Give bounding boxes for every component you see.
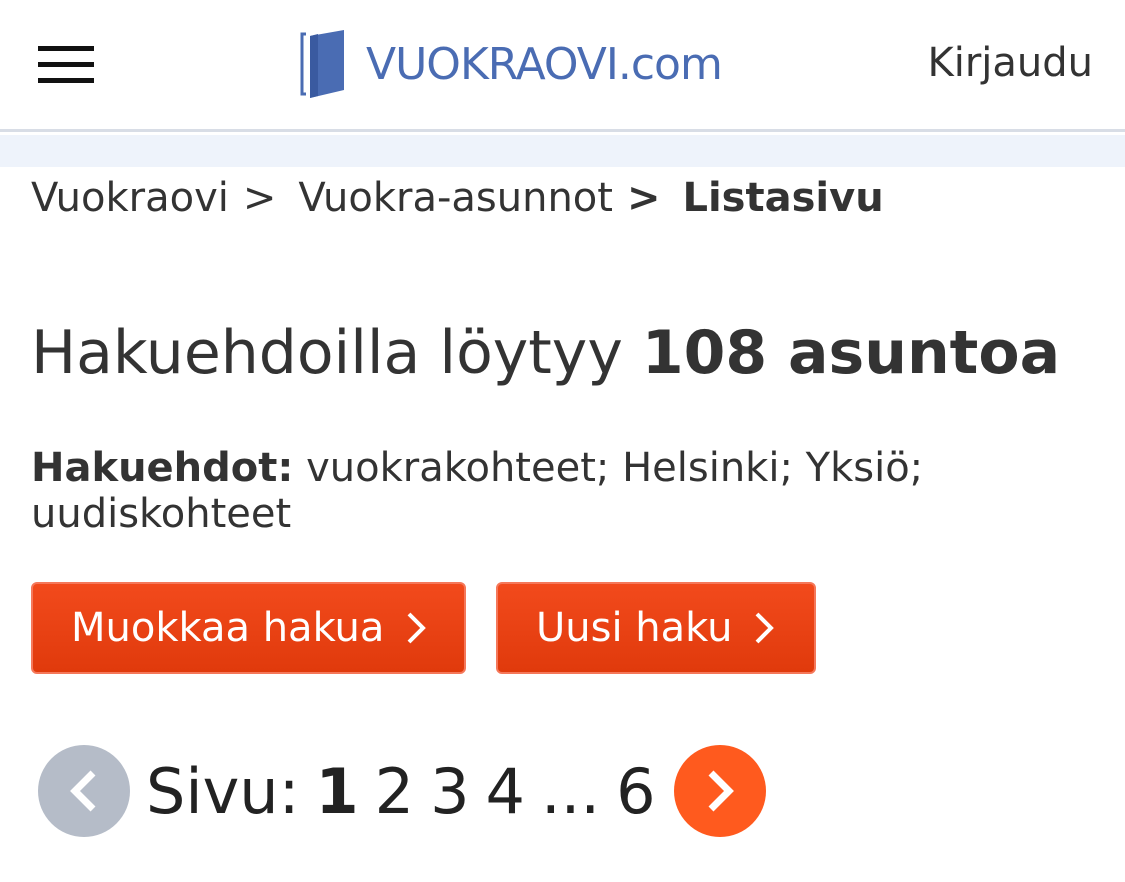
search-criteria: Hakuehdot: vuokrakohteet; Helsinki; Yksi…	[31, 445, 1031, 537]
result-count-heading: Hakuehdoilla löytyy 108 asuntoa	[31, 318, 1060, 388]
door-icon	[300, 30, 344, 98]
chevron-right-icon	[754, 611, 775, 645]
result-prefix: Hakuehdoilla löytyy	[31, 318, 623, 388]
page-label: Sivu:	[146, 754, 300, 828]
page-link[interactable]: 3	[430, 755, 469, 828]
chevron-left-icon	[70, 770, 96, 812]
menu-icon[interactable]	[38, 46, 94, 84]
breadcrumb-separator: >	[626, 175, 661, 221]
result-count: 108 asuntoa	[641, 318, 1061, 388]
breadcrumb-home[interactable]: Vuokraovi	[31, 175, 229, 221]
page-link[interactable]: 4	[486, 755, 525, 828]
edit-search-label: Muokkaa hakua	[71, 605, 385, 651]
pagination: Sivu: 1 2 3 4 ... 6	[38, 745, 766, 837]
chevron-right-icon	[406, 611, 427, 645]
criteria-label: Hakuehdot:	[31, 445, 294, 491]
site-header: VUOKRAOVI.com Kirjaudu	[0, 0, 1125, 132]
breadcrumb: Vuokraovi > Vuokra-asunnot > Listasivu	[31, 175, 884, 221]
prev-page-button	[38, 745, 130, 837]
page-list: Sivu: 1 2 3 4 ... 6	[146, 755, 656, 828]
header-band	[0, 135, 1125, 167]
page-current: 1	[315, 754, 359, 828]
logo-wordmark: VUOKRAOVI.com	[366, 38, 723, 90]
login-link[interactable]: Kirjaudu	[927, 40, 1093, 86]
page-link-last[interactable]: 6	[616, 755, 655, 828]
page-ellipsis: ...	[540, 754, 601, 828]
breadcrumb-current: Listasivu	[682, 175, 884, 221]
breadcrumb-rentals[interactable]: Vuokra-asunnot	[298, 175, 613, 221]
page-link[interactable]: 2	[375, 755, 414, 828]
next-page-button[interactable]	[673, 745, 766, 837]
new-search-button[interactable]: Uusi haku	[496, 582, 816, 674]
breadcrumb-separator: >	[242, 175, 277, 221]
new-search-label: Uusi haku	[536, 605, 733, 651]
chevron-right-icon	[708, 770, 734, 812]
site-logo[interactable]: VUOKRAOVI.com	[300, 28, 723, 100]
edit-search-button[interactable]: Muokkaa hakua	[31, 582, 466, 674]
